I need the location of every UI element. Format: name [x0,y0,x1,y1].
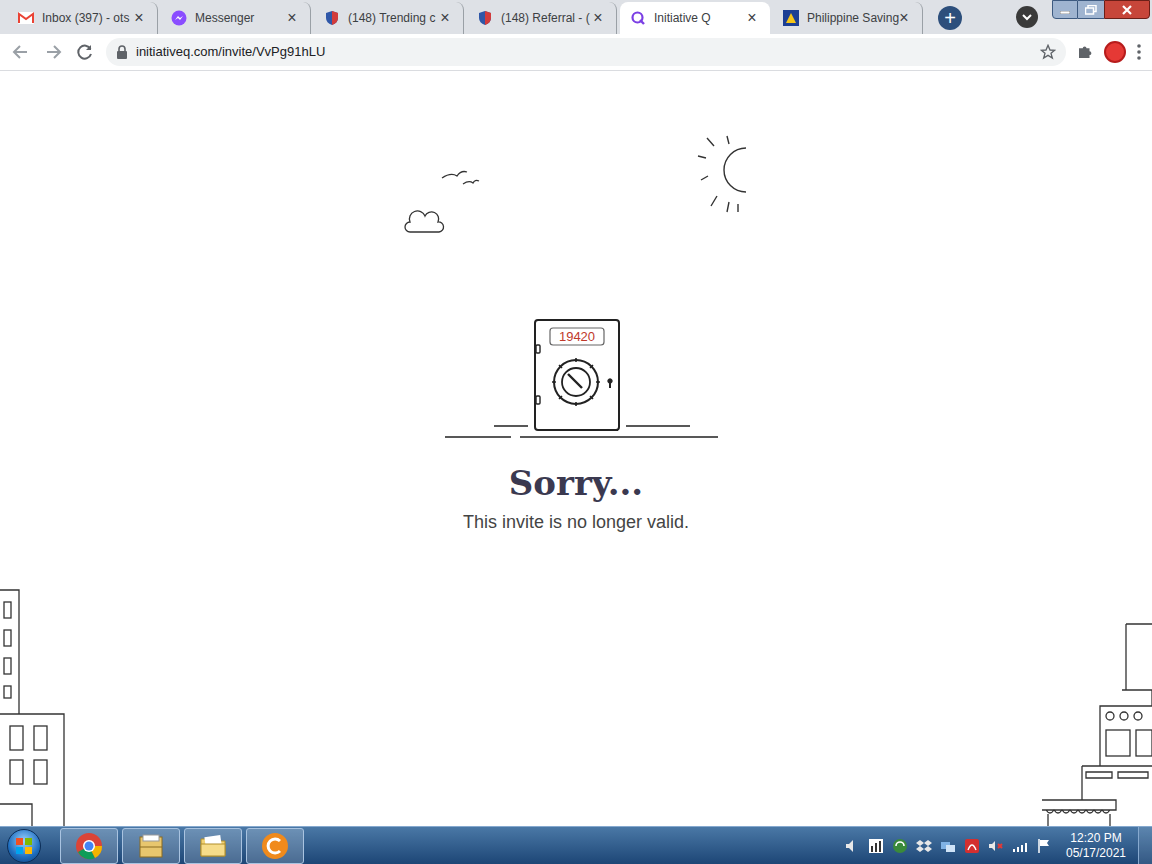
close-icon [1121,5,1133,15]
tab-label: Inbox (397) - ots [42,9,123,27]
minimize-icon [1060,11,1070,14]
sync-icon[interactable] [892,838,908,854]
safe-counter: 19420 [559,329,595,344]
tab-label: (148) Trending c [348,9,429,27]
profile-avatar[interactable] [1104,41,1126,63]
address-bar[interactable]: initiativeq.com/invite/VvPg91hLU [106,38,1066,66]
web-page: 19420 Sorry... This invite is no longer … [0,71,1152,826]
chart-icon[interactable] [868,838,884,854]
clock-time: 12:20 PM [1070,831,1121,846]
pdf-icon[interactable] [964,838,980,854]
folder-icon [199,832,227,860]
tab-favicon [18,10,34,26]
left-building-icon [0,588,70,826]
browser-tab[interactable]: Inbox (397) - ots × [8,2,158,34]
toolbar: initiativeq.com/invite/VvPg91hLU [0,34,1152,71]
tab-close-button[interactable]: × [896,10,912,26]
error-message: This invite is no longer valid. [463,510,689,534]
action-center-flag-icon[interactable] [1036,838,1052,854]
ground-lines [445,426,718,437]
chevron-down-icon [1022,13,1032,21]
extensions-puzzle-icon[interactable] [1076,43,1094,61]
tab-close-button[interactable]: × [437,10,453,26]
star-icon[interactable] [1040,44,1056,60]
chrome-taskbar-button[interactable] [60,828,118,864]
browser-tab[interactable]: (148) Referral - ( × [467,2,617,34]
tab-close-button[interactable]: × [744,10,760,26]
browser-tab[interactable]: (148) Trending c × [314,2,464,34]
tab-favicon [630,10,646,26]
chrome-icon [75,832,103,860]
windows-logo-icon [15,837,33,855]
clock-date: 05/17/2021 [1066,846,1126,861]
network-icon[interactable] [940,838,956,854]
safe-illustration: 19420 [401,130,751,440]
taskbar: 12:20 PM 05/17/2021 [0,826,1152,864]
shield-icon [477,10,493,26]
tab-favicon [171,10,187,26]
error-heading: Sorry... [509,462,643,504]
browser-tab[interactable]: Initiative Q × [620,2,770,34]
tab-label: Messenger [195,9,276,27]
tab-label: (148) Referral - ( [501,9,582,27]
close-window-button[interactable] [1104,0,1150,19]
tab-label: Initiative Q [654,9,736,27]
speaker-icon[interactable] [844,838,860,854]
app-taskbar-button[interactable] [246,828,304,864]
show-desktop-button[interactable] [1138,827,1152,864]
tab-label: Philippine Saving [807,9,888,27]
signal-icon[interactable] [1012,838,1028,854]
library-taskbar-button[interactable] [122,828,180,864]
browser-tab[interactable]: Philippine Saving × [773,2,923,34]
tab-search-button[interactable] [1016,6,1038,28]
tab-list: Inbox (397) - ots×Messenger×(148) Trendi… [8,2,926,34]
dropbox-icon[interactable] [916,838,932,854]
browser-tab[interactable]: Messenger × [161,2,311,34]
forward-arrow-icon[interactable] [42,41,64,63]
tab-close-button[interactable]: × [590,10,606,26]
sun-icon [698,136,746,212]
window-controls [1052,0,1150,19]
gmail-icon [18,12,34,24]
file-cabinet-icon [137,832,165,860]
tab-favicon [477,10,493,26]
cloud-icon [405,211,444,232]
lock-icon [116,45,128,59]
new-tab-button[interactable]: + [938,6,962,30]
folder-taskbar-button[interactable] [184,828,242,864]
address-text[interactable]: initiativeq.com/invite/VvPg91hLU [136,42,1032,62]
taskbar-apps [60,828,304,864]
tab-close-button[interactable]: × [131,10,147,26]
initiative-q-icon [630,10,646,26]
bank-icon [783,10,799,26]
minimize-button[interactable] [1052,0,1078,19]
shield-icon [324,10,340,26]
muted-speaker-icon[interactable] [988,838,1004,854]
maximize-button[interactable] [1078,0,1104,19]
system-tray [844,838,1060,854]
tab-favicon [324,10,340,26]
safe-icon [535,320,619,430]
tab-strip: Inbox (397) - ots×Messenger×(148) Trendi… [0,0,1152,34]
tab-close-button[interactable]: × [284,10,300,26]
messenger-icon [171,10,187,26]
restore-icon [1085,5,1097,15]
reload-icon[interactable] [74,41,96,63]
clock[interactable]: 12:20 PM 05/17/2021 [1060,831,1132,861]
menu-dots-icon[interactable] [1136,43,1142,61]
back-arrow-icon[interactable] [10,41,32,63]
tab-favicon [783,10,799,26]
right-building-icon [1042,622,1152,826]
c-app-icon [261,832,289,860]
birds-icon [442,172,479,185]
start-button[interactable] [0,827,48,864]
